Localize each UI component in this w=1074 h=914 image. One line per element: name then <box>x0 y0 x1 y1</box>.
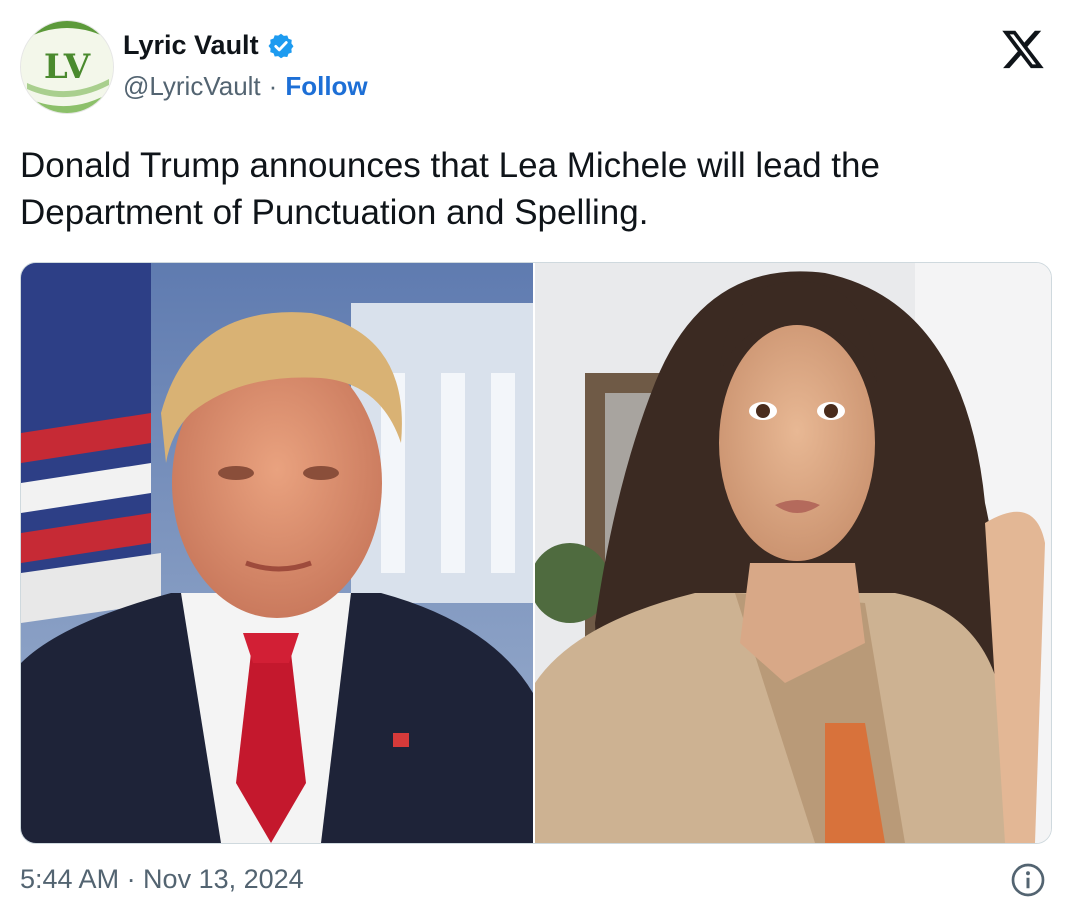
verified-badge-icon <box>267 32 295 60</box>
timestamp[interactable]: 5:44 AM · Nov 13, 2024 <box>20 864 304 895</box>
handle[interactable]: @LyricVault <box>123 71 261 102</box>
tweet-footer: 5:44 AM · Nov 13, 2024 <box>20 862 1050 902</box>
avatar[interactable]: LV <box>20 20 114 114</box>
avatar-logo: LV <box>21 21 113 113</box>
name-block: Lyric Vault @LyricVault · Follow <box>123 30 368 102</box>
tweet-media[interactable] <box>20 262 1052 844</box>
portrait-left-image <box>21 263 533 843</box>
separator: · <box>268 71 278 101</box>
display-name[interactable]: Lyric Vault <box>123 30 259 61</box>
tweet-header: LV Lyric Vault @LyricVault · Follow <box>20 20 1054 120</box>
portrait-right-image <box>535 263 1051 843</box>
avatar-initials: LV <box>44 47 91 87</box>
info-icon[interactable] <box>1010 862 1046 898</box>
follow-button[interactable]: Follow <box>285 71 367 102</box>
tweet-text: Donald Trump announces that Lea Michele … <box>20 146 880 232</box>
x-logo-icon[interactable] <box>1000 26 1046 72</box>
photo-right[interactable] <box>535 263 1051 843</box>
photo-left[interactable] <box>21 263 533 843</box>
